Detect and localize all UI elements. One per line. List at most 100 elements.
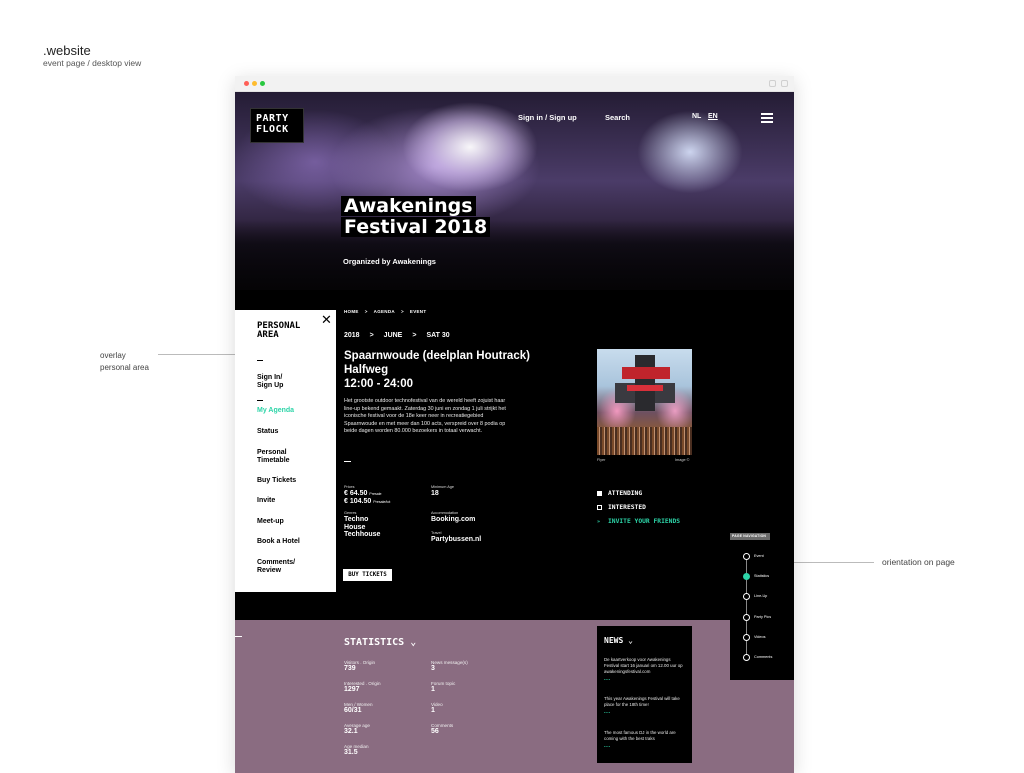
nav-label-statistics[interactable]: Statistics — [754, 574, 769, 578]
stat-item: Forum topic 1 — [431, 681, 455, 694]
page-navigation-title: PAGE NAVIGATION — [730, 533, 770, 540]
tabs-icon[interactable] — [781, 80, 788, 87]
overlay-signin-line2: Sign Up — [257, 381, 284, 389]
event-year: 2018 — [344, 332, 360, 339]
maximize-window-dot[interactable] — [260, 81, 265, 86]
event-title-line2: Festival 2018 — [341, 217, 491, 237]
annotation-connector-left — [158, 354, 244, 355]
accommodation-link[interactable]: Booking.com — [431, 516, 475, 524]
overlay-divider — [257, 400, 263, 401]
event-title-line1: Awakenings — [341, 196, 476, 216]
event-date: 2018 > JUNE > SAT 30 — [344, 332, 450, 339]
nav-dot-statistics[interactable] — [743, 573, 750, 580]
nav-label-line-up[interactable]: Line-Up — [754, 594, 767, 598]
stats-divider — [235, 636, 242, 637]
description-divider — [344, 461, 351, 462]
nav-label-event[interactable]: Event — [754, 554, 764, 558]
overlay-item-book-hotel[interactable]: Book a Hotel — [257, 538, 300, 546]
breadcrumb-home[interactable]: HOME — [344, 309, 359, 314]
nav-dot-videos[interactable] — [743, 634, 750, 641]
language-nl[interactable]: NL — [692, 113, 701, 120]
genre-item: Techno — [344, 516, 369, 523]
stat-item: Men / Women 60/31 — [344, 702, 373, 715]
news-more-link[interactable]: ... — [604, 743, 611, 749]
share-icon[interactable] — [769, 80, 776, 87]
overlay-item-personal-timetable[interactable]: Personal Timetable — [257, 449, 290, 464]
close-icon[interactable]: ✕ — [321, 313, 332, 328]
event-flyer-image[interactable] — [597, 349, 692, 455]
nav-label-party-pics[interactable]: Party Pics — [754, 615, 771, 619]
buy-tickets-button[interactable]: BUY TICKETS — [343, 569, 392, 581]
stat-value: 1 — [431, 686, 435, 693]
news-item[interactable]: The most famous DJ in the world are comi… — [604, 730, 686, 742]
overlay-signin-line1: Sign In/ — [257, 374, 283, 381]
travel-link[interactable]: Partybussen.nl — [431, 536, 481, 544]
date-separator: > — [369, 332, 374, 339]
flyer-crowd — [597, 427, 692, 455]
stat-item: Video 1 — [431, 702, 443, 715]
overlay-item-meet-up[interactable]: Meet-up — [257, 518, 284, 526]
invite-friends-link[interactable]: » INVITE YOUR FRIENDS — [597, 518, 680, 525]
news-title[interactable]: NEWS ⌄ — [604, 636, 633, 645]
logo-line1: PARTY — [256, 113, 289, 124]
news-more-link[interactable]: ... — [604, 709, 611, 715]
overlay-item-my-agenda[interactable]: My Agenda — [257, 407, 294, 415]
double-arrow-icon: » — [597, 519, 601, 525]
logo-line2: FLOCK — [256, 124, 289, 135]
language-en[interactable]: EN — [708, 113, 718, 120]
overlay-item-invite[interactable]: Invite — [257, 497, 275, 505]
annotation-title: .website — [43, 43, 91, 58]
flyer-stage-banner — [622, 367, 670, 379]
travel-label: Travel — [431, 531, 442, 535]
overlay-title-line2: AREA — [257, 330, 279, 340]
annotation-overlay-line2: personal area — [100, 363, 149, 372]
overlay-item-buy-tickets[interactable]: Buy Tickets — [257, 477, 296, 485]
organizer-text: Organized by Awakenings — [343, 257, 436, 266]
overlay-item-comments-review[interactable]: Comments/ Review — [257, 559, 295, 574]
close-window-dot[interactable] — [244, 81, 249, 86]
news-item[interactable]: This year Awakenings Festival will take … — [604, 696, 686, 708]
partyflock-logo[interactable]: PARTY FLOCK — [250, 108, 304, 143]
overlay-item-status[interactable]: Status — [257, 428, 278, 436]
overlay-signin[interactable]: Sign In/ Sign Up — [257, 374, 283, 389]
nav-dot-comments[interactable] — [743, 654, 750, 661]
news-item[interactable]: De kaartverkoop voor Awakenings Festival… — [604, 657, 686, 675]
nav-label-comments[interactable]: Comments — [754, 655, 772, 659]
nav-label-videos[interactable]: Videos — [754, 635, 766, 639]
accommodation-label: Accommodation — [431, 511, 459, 515]
browser-chrome — [235, 76, 794, 92]
nav-dot-line-up[interactable] — [743, 593, 750, 600]
nav-dot-party-pics[interactable] — [743, 614, 750, 621]
attending-toggle[interactable]: ATTENDING — [597, 490, 642, 497]
menu-icon[interactable] — [761, 113, 773, 123]
venue-line2: Halfweg — [344, 364, 389, 376]
stat-item: Average age 32.1 — [344, 723, 370, 736]
genre-item: House — [344, 523, 366, 531]
flyer-stage-lights — [627, 385, 663, 391]
stat-value: 60/31 — [344, 707, 362, 714]
overlay-item-comments-line2: Review — [257, 566, 282, 574]
nav-dot-event[interactable] — [743, 553, 750, 560]
page-navigation-track — [746, 556, 747, 659]
page-navigation: PAGE NAVIGATION Event Statistics Line-Up… — [730, 533, 794, 680]
min-age-block: Minimum Age 18 — [431, 485, 454, 498]
stat-item: Age median 31.5 — [344, 744, 369, 757]
event-venue: Spaarnwoude (deelplan Houtrack) Halfweg … — [344, 349, 544, 391]
search-link[interactable]: Search — [605, 113, 630, 122]
minimize-window-dot[interactable] — [252, 81, 257, 86]
price-2-note: Presale/tot — [373, 500, 391, 504]
browser-window: PARTY FLOCK Sign in / Sign up Search NL … — [235, 76, 794, 773]
statistics-title[interactable]: STATISTICS ⌄ — [344, 637, 416, 648]
statistics-section — [235, 620, 794, 773]
price-presale: € 64.50 Presale — [344, 490, 390, 498]
price-total: € 104.50 Presale/tot — [344, 498, 390, 506]
breadcrumb-agenda[interactable]: AGENDA — [374, 309, 395, 314]
mockup-canvas: .website event page / desktop view overl… — [0, 0, 1024, 773]
genres-label: Genres — [344, 511, 357, 515]
interested-toggle[interactable]: INTERESTED — [597, 504, 646, 511]
venue-line1: Spaarnwoude (deelplan Houtrack) — [344, 350, 530, 362]
signin-link[interactable]: Sign in / Sign up — [518, 113, 577, 122]
news-more-link[interactable]: ... — [604, 676, 611, 682]
stat-item: Comments 56 — [431, 723, 453, 736]
price-2-value: € 104.50 — [344, 498, 372, 505]
